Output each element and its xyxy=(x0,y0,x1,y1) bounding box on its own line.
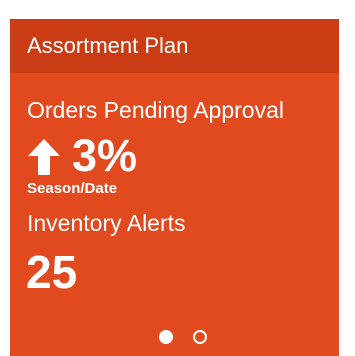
tile-title: Assortment Plan xyxy=(27,33,189,58)
inventory-alerts-value: 25 xyxy=(26,246,78,298)
page-dot-1[interactable] xyxy=(159,330,173,344)
inventory-alerts-label: Inventory Alerts xyxy=(27,210,186,236)
up-arrow-icon xyxy=(28,139,60,175)
tile-header: Assortment Plan xyxy=(10,19,339,73)
assortment-plan-tile[interactable]: Assortment Plan Orders Pending Approval … xyxy=(10,19,339,356)
orders-pending-value: 3% xyxy=(72,130,138,181)
page-dot-2[interactable] xyxy=(193,330,207,344)
orders-pending-label: Orders Pending Approval xyxy=(27,97,284,123)
orders-pending-sublabel: Season/Date xyxy=(27,180,118,197)
page-indicator xyxy=(159,330,219,348)
